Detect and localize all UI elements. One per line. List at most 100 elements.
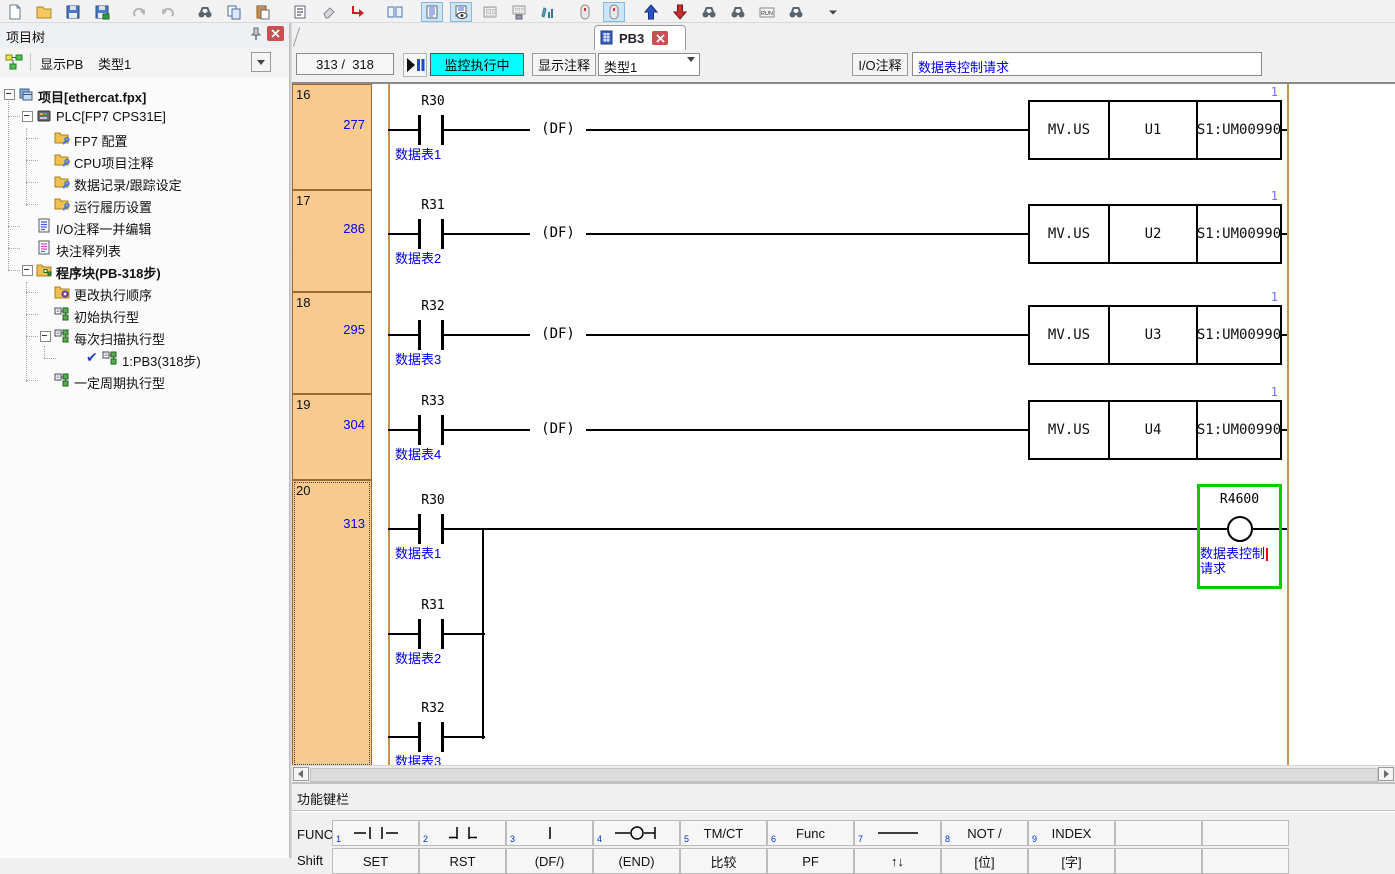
tree-expander-icon[interactable] — [22, 111, 33, 122]
monitor-view-icon[interactable] — [421, 2, 443, 22]
fkey-not[interactable]: NOT /8 — [941, 820, 1028, 846]
contact-bar[interactable] — [418, 514, 421, 544]
mouse-icon[interactable] — [574, 2, 596, 22]
open-project-icon[interactable] — [33, 2, 55, 22]
rung-header[interactable]: 18295 — [292, 292, 372, 394]
fkey-shift-4[interactable]: (END) — [593, 848, 680, 874]
fkey-horizontal-line[interactable]: 7 — [854, 820, 941, 846]
tree-expander-icon[interactable] — [40, 331, 51, 342]
fkey-shift-7[interactable]: ↑↓ — [854, 848, 941, 874]
show-comment-button[interactable]: 显示注释 — [532, 53, 596, 76]
scroll-thumb[interactable] — [310, 768, 1378, 782]
sidebar-item[interactable]: 数据记录/跟踪设定 — [0, 172, 286, 192]
toolbar-more-icon[interactable] — [822, 2, 844, 22]
fkey-shift-8[interactable]: [位] — [941, 848, 1028, 874]
rung-header[interactable]: 16277 — [292, 84, 372, 190]
eraser-icon[interactable] — [318, 2, 340, 22]
new-file-icon[interactable] — [4, 2, 26, 22]
fkey-shift-11[interactable] — [1202, 848, 1289, 874]
device-monitor-icon[interactable] — [508, 2, 530, 22]
fkey-contact[interactable]: 1 — [332, 820, 419, 846]
instruction-box-cell[interactable]: S1:UM00990 — [1196, 400, 1282, 460]
instruction-box-cell[interactable]: U2 — [1108, 204, 1198, 264]
mouse-mode-icon[interactable] — [603, 2, 625, 22]
fkey-shift-1[interactable]: SET — [332, 848, 419, 874]
fkey-parallel-contact[interactable]: 2 — [419, 820, 506, 846]
horizontal-scrollbar[interactable] — [292, 765, 1395, 782]
contact-bar[interactable] — [418, 115, 421, 145]
fkey-shift-6[interactable]: PF — [767, 848, 854, 874]
coil[interactable] — [1227, 516, 1253, 542]
sidebar-item[interactable]: I/O注释一并编辑 — [0, 216, 286, 236]
fkey-shift-5[interactable]: 比较 — [680, 848, 767, 874]
fkey-function[interactable]: Func6 — [767, 820, 854, 846]
sidebar-item[interactable]: CPU项目注释 — [0, 150, 286, 170]
show-pb-label[interactable]: 显示PB — [40, 54, 83, 73]
sidebar-item[interactable]: 更改执行顺序 — [0, 282, 286, 302]
save-as-icon[interactable] — [91, 2, 113, 22]
jump-icon[interactable] — [347, 2, 369, 22]
df-instruction[interactable]: (DF) — [530, 420, 586, 438]
download-icon[interactable] — [669, 2, 691, 22]
sidebar-item[interactable]: 项目[ethercat.fpx] — [0, 84, 286, 104]
rung-header[interactable]: 17286 — [292, 190, 372, 292]
fkey-vertical-line[interactable]: 3 — [506, 820, 593, 846]
sidebar-item[interactable]: ✔1:PB3(318步) — [0, 348, 286, 368]
grid-monitor-icon[interactable] — [479, 2, 501, 22]
contact-bar[interactable] — [418, 619, 421, 649]
df-instruction[interactable]: (DF) — [530, 325, 586, 343]
comment-list-icon[interactable] — [289, 2, 311, 22]
instruction-box-cell[interactable]: MV.US — [1028, 400, 1110, 460]
rung-header[interactable]: 19304 — [292, 394, 372, 480]
sidebar-item[interactable]: PLC[FP7 CPS31E] — [0, 106, 286, 126]
instruction-box-cell[interactable]: S1:UM00990 — [1196, 100, 1282, 160]
fkey-timer-counter[interactable]: TM/CT5 — [680, 820, 767, 846]
sidebar-item[interactable]: FP7 配置 — [0, 128, 286, 148]
tree-expander-icon[interactable] — [22, 265, 33, 276]
fkey-empty-2[interactable] — [1202, 820, 1289, 846]
scroll-left-icon[interactable] — [293, 767, 309, 781]
org-tree-icon[interactable] — [5, 53, 23, 71]
monitor-search-icon[interactable] — [785, 2, 807, 22]
monitor-run-pause-icon[interactable] — [403, 53, 427, 77]
sidebar-item[interactable]: 块注释列表 — [0, 238, 286, 258]
scroll-right-icon[interactable] — [1378, 767, 1394, 781]
tab-pb3[interactable]: PB3 — [594, 25, 686, 50]
tab-close-icon[interactable] — [652, 31, 668, 45]
fkey-index[interactable]: INDEX9 — [1028, 820, 1115, 846]
run-mode-icon[interactable]: RUN — [756, 2, 778, 22]
io-comment-button[interactable]: I/O注释 — [852, 53, 908, 76]
find-icon[interactable] — [194, 2, 216, 22]
redo-icon[interactable] — [157, 2, 179, 22]
contact-bar[interactable] — [418, 415, 421, 445]
df-instruction[interactable]: (DF) — [530, 120, 586, 138]
io-comment-field[interactable]: 数据表控制请求 — [912, 52, 1262, 76]
pb-type-dropdown[interactable] — [251, 52, 271, 72]
monitor-eye-icon[interactable] — [450, 2, 472, 22]
copy-icon[interactable] — [223, 2, 245, 22]
contact-bar[interactable] — [418, 219, 421, 249]
sidebar-item[interactable]: 程序块(PB-318步) — [0, 260, 286, 280]
instruction-box-cell[interactable]: U1 — [1108, 100, 1198, 160]
close-icon[interactable] — [267, 26, 284, 41]
upload-icon[interactable] — [640, 2, 662, 22]
contact-bar[interactable] — [418, 722, 421, 752]
fkey-shift-9[interactable]: [字] — [1028, 848, 1115, 874]
instruction-box-cell[interactable]: U4 — [1108, 400, 1198, 460]
instruction-box-cell[interactable]: S1:UM00990 — [1196, 204, 1282, 264]
instruction-box-cell[interactable]: S1:UM00990 — [1196, 305, 1282, 365]
tree-expander-icon[interactable] — [4, 89, 15, 100]
sidebar-item[interactable]: 一定周期执行型 — [0, 370, 286, 390]
fkey-shift-2[interactable]: RST — [419, 848, 506, 874]
chevron-down-icon[interactable] — [687, 62, 695, 77]
sidebar-item[interactable]: 每次扫描执行型 — [0, 326, 286, 346]
contact-bar[interactable] — [418, 320, 421, 350]
undo-icon[interactable] — [128, 2, 150, 22]
pin-icon[interactable] — [248, 26, 264, 42]
instruction-box-cell[interactable]: MV.US — [1028, 305, 1110, 365]
paste-icon[interactable] — [252, 2, 274, 22]
split-window-icon[interactable] — [384, 2, 406, 22]
sidebar-item[interactable]: 初始执行型 — [0, 304, 286, 324]
instruction-box-cell[interactable]: MV.US — [1028, 100, 1110, 160]
df-instruction[interactable]: (DF) — [530, 224, 586, 242]
